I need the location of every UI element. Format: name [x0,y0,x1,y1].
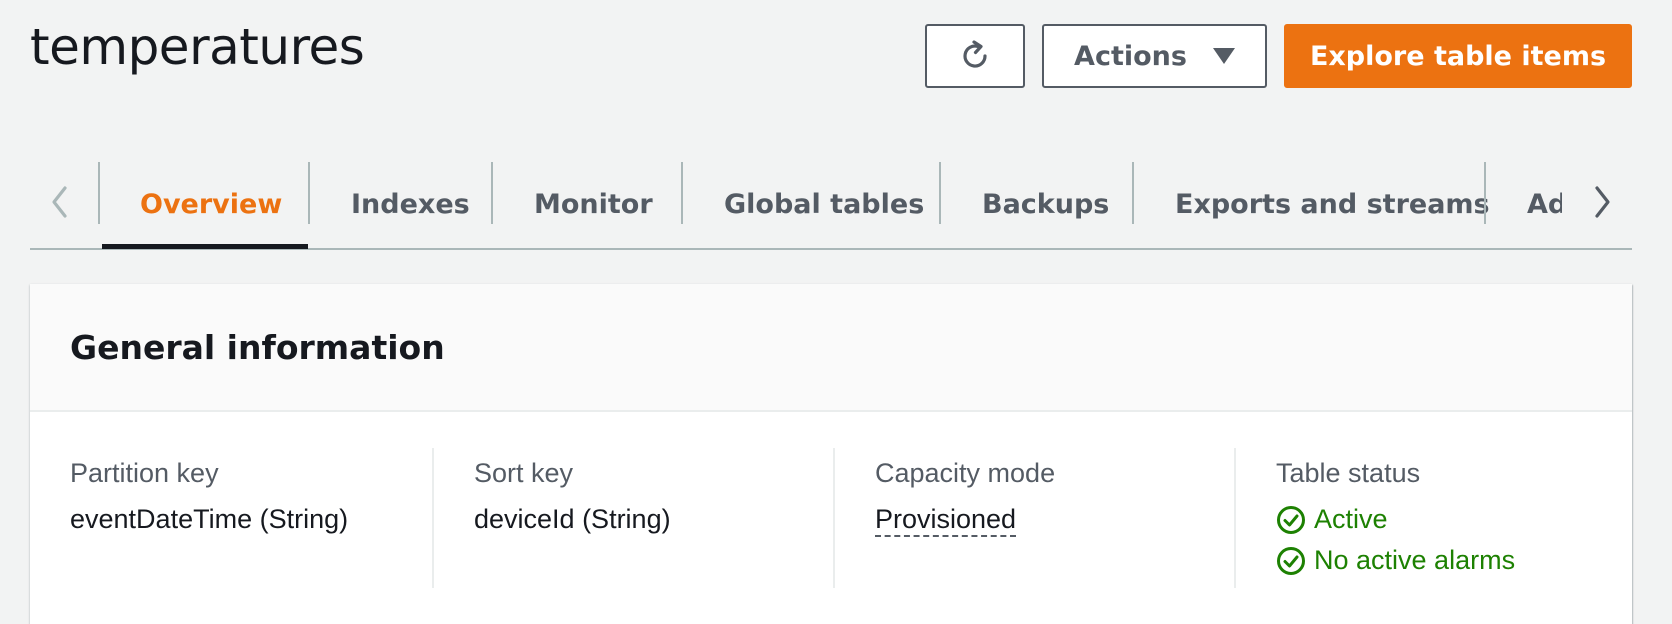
tab-label: Indexes [351,188,470,220]
capacity-mode-label: Capacity mode [875,458,1056,488]
tab-label: Global tables [724,188,925,220]
actions-label: Actions [1074,40,1187,72]
tabs-scroll-right-button[interactable] [1572,170,1632,234]
caret-down-icon [1212,48,1235,64]
tab-label: Exports and streams [1175,188,1490,220]
chevron-left-icon [52,186,67,218]
status-active: Active [1276,504,1632,535]
tab-exports-and-streams[interactable]: Exports and streams [1132,160,1490,248]
sort-key-field: Sort key deviceId (String) [432,448,833,588]
status-alarms-text: No active alarms [1314,545,1516,575]
tab-additional-settings[interactable]: Ad [1484,160,1562,248]
panel-title: General information [70,327,445,367]
table-status-values: Active No active alarms [1276,504,1632,576]
check-circle-icon [1277,505,1305,534]
tabs-scroll-left-button[interactable] [30,170,90,234]
general-information-panel: General information Partition key eventD… [30,284,1632,624]
tab-label: Ad [1527,188,1562,220]
tab-global-tables[interactable]: Global tables [681,160,939,248]
refresh-button[interactable] [925,24,1025,88]
capacity-mode-value: Provisioned [875,504,1234,548]
partition-key-field: Partition key eventDateTime (String) [30,448,432,588]
capacity-mode-info-link[interactable]: Provisioned [875,504,1017,537]
refresh-icon [963,40,987,68]
partition-key-value: eventDateTime (String) [70,504,349,534]
partition-key-label: Partition key [70,458,219,488]
status-active-text: Active [1314,504,1388,534]
tab-bar: Overview Indexes Monitor Global tables B… [30,160,1632,250]
tab-label: Monitor [534,188,653,220]
capacity-mode-field: Capacity mode Provisioned [833,448,1234,588]
dynamodb-table-page: temperatures Actions Explore table items… [0,0,1672,624]
tab-label: Overview [140,188,283,220]
tab-indexes[interactable]: Indexes [308,160,491,248]
panel-body: Partition key eventDateTime (String) Sor… [30,412,1632,624]
check-circle-icon [1277,546,1305,575]
header-actions: Actions Explore table items [925,24,1632,88]
status-alarms: No active alarms [1276,545,1632,576]
sort-key-label: Sort key [474,458,574,488]
page-title: temperatures [30,18,365,76]
actions-dropdown-button[interactable]: Actions [1042,24,1267,88]
tab-monitor[interactable]: Monitor [491,160,681,248]
table-status-label: Table status [1276,458,1421,488]
tab-backups[interactable]: Backups [939,160,1132,248]
tab-list: Overview Indexes Monitor Global tables B… [98,160,1562,250]
sort-key-value: deviceId (String) [474,504,671,534]
explore-table-items-button[interactable]: Explore table items [1284,24,1632,88]
table-status-field: Table status Active No active alarms [1234,448,1632,588]
tab-overview[interactable]: Overview [98,160,308,249]
panel-header: General information [30,284,1632,412]
chevron-right-icon [1595,186,1610,218]
tab-label: Backups [982,188,1110,220]
